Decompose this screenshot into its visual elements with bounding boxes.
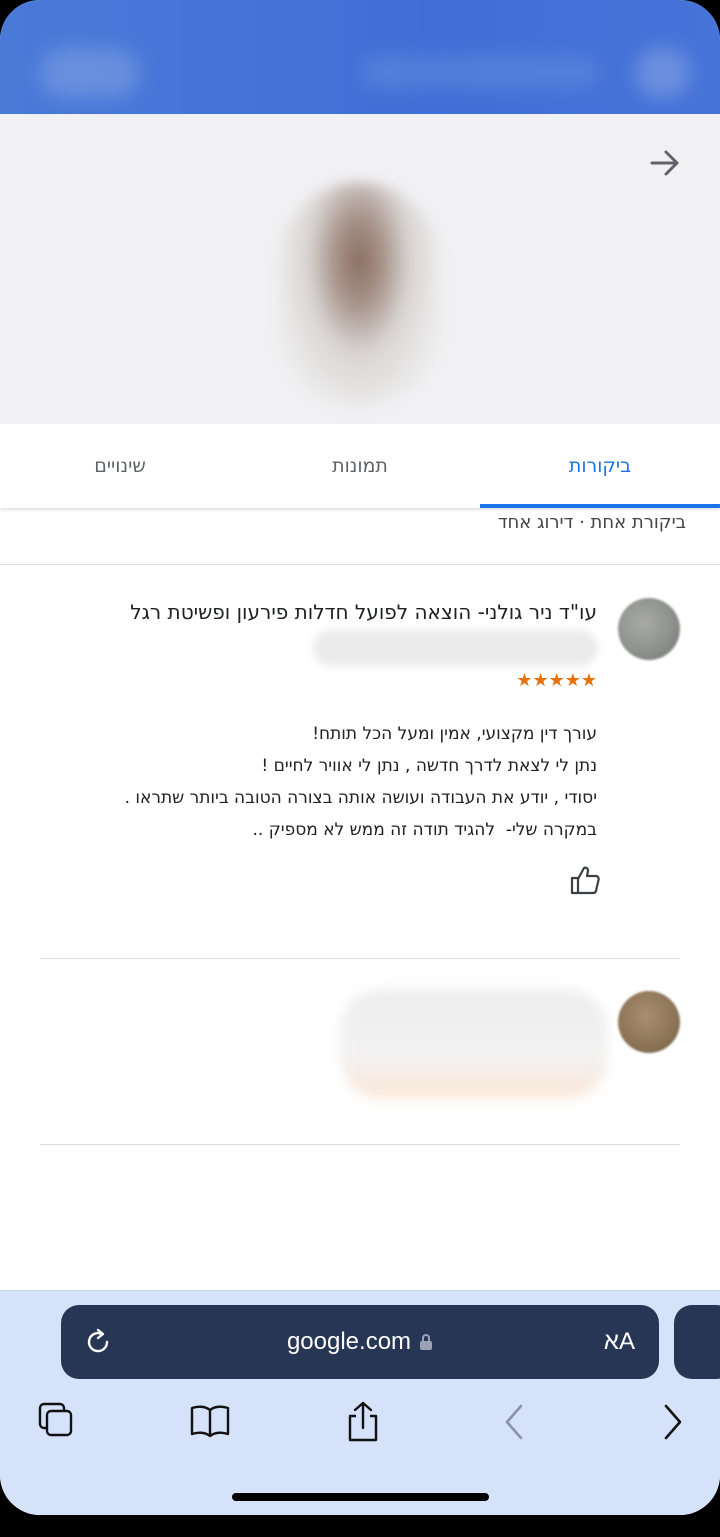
reviewer-avatar[interactable]	[618, 991, 680, 1053]
thumbs-up-icon[interactable]	[569, 865, 601, 895]
blurred-title	[40, 48, 140, 98]
next-tab-preview[interactable]	[674, 1305, 720, 1379]
blurred-address	[313, 630, 598, 666]
review-line: עורך דין מקצועי, אמין ומעל הכל תותח!	[312, 724, 597, 744]
home-indicator	[232, 1493, 489, 1501]
url-text: google.com	[286, 1328, 412, 1355]
review-text: עורך דין מקצועי, אמין ומעל הכל תותח! נתן…	[17, 718, 597, 846]
bookmarks-icon[interactable]	[188, 1400, 232, 1444]
url-display: google.com	[61, 1305, 659, 1379]
divider	[40, 958, 680, 959]
arrow-right-icon[interactable]	[648, 146, 682, 180]
tabs-icon[interactable]	[36, 1400, 80, 1444]
tab-bar: ביקורות תמונות שינויים	[0, 424, 720, 508]
active-tab-indicator	[480, 504, 720, 508]
blurred-icon	[635, 48, 690, 98]
review-line: יסודי , יודע את העבודה ועושה אותה בצורה …	[124, 788, 597, 808]
blurred-review	[340, 990, 608, 1098]
profile-avatar	[279, 182, 439, 407]
lock-icon	[420, 1334, 433, 1350]
review-line: נתן לי לצאת לדרך חדשה , נתן לי אוויר לחי…	[261, 756, 597, 776]
divider	[0, 564, 720, 565]
share-icon[interactable]	[341, 1400, 385, 1444]
tab-reviews[interactable]: ביקורות	[480, 424, 720, 508]
reviewer-avatar[interactable]	[618, 598, 680, 660]
reader-options-button[interactable]: אA	[604, 1305, 635, 1379]
star-rating: ★★★★★	[516, 670, 597, 691]
address-bar[interactable]: google.com אA	[61, 1305, 659, 1379]
review-place-title[interactable]: עו"ד ניר גולני- הוצאה לפועל חדלות פירעון…	[37, 598, 597, 626]
tab-edits[interactable]: שינויים	[0, 424, 240, 508]
divider	[40, 1144, 680, 1145]
back-icon[interactable]	[493, 1400, 537, 1444]
reviews-summary: ביקורת אחת · דירוג אחד	[497, 512, 686, 533]
blurred-text	[360, 55, 600, 89]
tab-photos[interactable]: תמונות	[240, 424, 480, 508]
forward-icon[interactable]	[650, 1400, 694, 1444]
review-line: במקרה שלי- להגיד תודה זה ממש לא מספיק ..	[252, 820, 597, 840]
screen: ביקורות תמונות שינויים ביקורת אחת · דירו…	[0, 0, 720, 1515]
blurred-top-bar	[0, 0, 720, 114]
